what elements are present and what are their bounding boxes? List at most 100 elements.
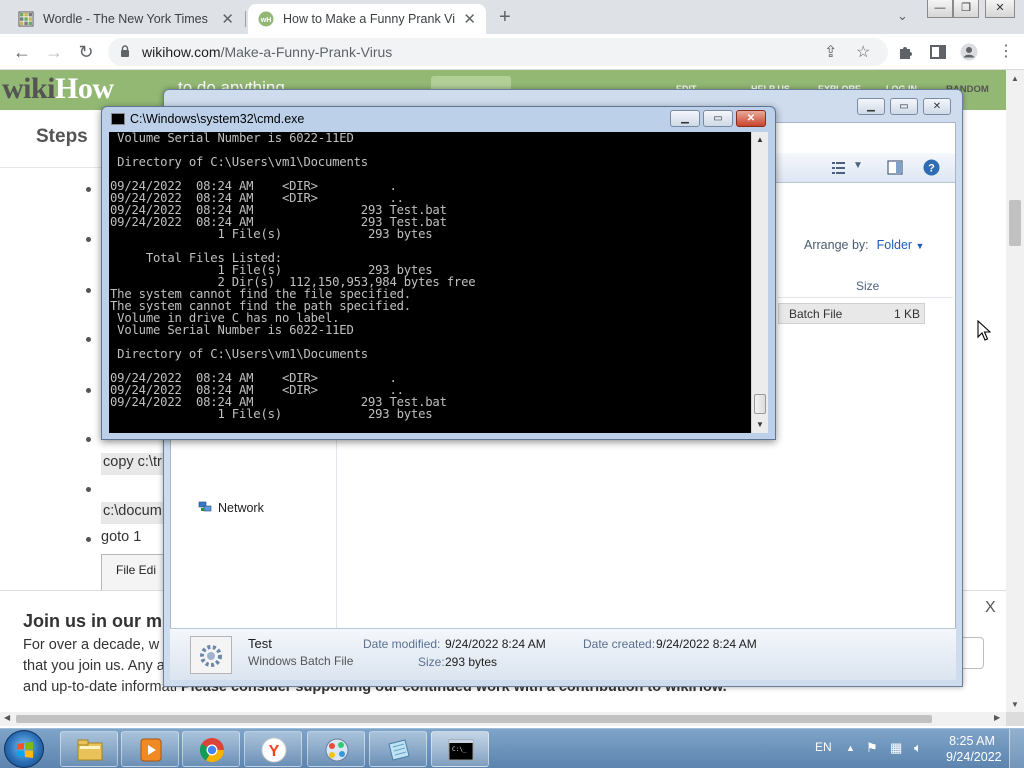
- start-button[interactable]: [4, 730, 44, 768]
- notepad-icon: [388, 739, 410, 761]
- details-modified-label: Date modified:: [363, 637, 441, 651]
- console-scrollbar[interactable]: ▲ ▼: [751, 132, 768, 433]
- lock-icon: [121, 45, 129, 57]
- windows-logo-icon: [17, 742, 33, 758]
- page-horizontal-scrollbar[interactable]: ◀ ▶: [0, 712, 1006, 726]
- console-text: Volume Serial Number is 6022-11ED Direct…: [110, 132, 476, 421]
- close-window-button[interactable]: ✕: [736, 110, 766, 127]
- language-indicator[interactable]: EN: [815, 740, 832, 754]
- details-created-value: 9/24/2022 8:24 AM: [656, 637, 757, 651]
- share-icon[interactable]: ⇪: [824, 42, 837, 62]
- banner-contribute-button[interactable]: [960, 637, 984, 669]
- maximize-button[interactable]: ▭: [890, 98, 918, 115]
- taskbar-cmd[interactable]: C:\_: [431, 731, 489, 767]
- svg-text:?: ?: [928, 163, 935, 175]
- taskbar-explorer[interactable]: [60, 731, 118, 767]
- step-image-menu: File Edi: [116, 563, 157, 577]
- paint-icon: [325, 738, 349, 762]
- maximize-button[interactable]: ▭: [703, 110, 733, 127]
- minimize-button[interactable]: ▁: [857, 98, 885, 115]
- taskbar-media-player[interactable]: [121, 731, 179, 767]
- batch-file-gear-icon: [190, 636, 232, 674]
- view-dropdown-icon[interactable]: ▼: [853, 160, 863, 171]
- banner-close-button[interactable]: X: [985, 599, 996, 617]
- explorer-icon: [77, 739, 103, 761]
- details-created-label: Date created:: [583, 637, 656, 651]
- step-image[interactable]: File Edi: [101, 554, 165, 594]
- list-bullet: [86, 337, 91, 342]
- list-bullet: [86, 437, 91, 442]
- taskbar-yandex[interactable]: Y: [244, 731, 302, 767]
- details-pane: Test Windows Batch File Date modified: 9…: [170, 628, 956, 680]
- tab-separator: [245, 11, 246, 27]
- close-tab-icon[interactable]: ✕: [463, 10, 476, 28]
- browser-tabstrip: Wordle - The New York Times ✕ wH How to …: [0, 0, 1024, 34]
- details-size-label: Size:: [418, 655, 445, 669]
- tab-wikihow[interactable]: wH How to Make a Funny Prank Viru ✕: [248, 4, 486, 34]
- column-header-size[interactable]: Size: [778, 274, 953, 298]
- minimize-button[interactable]: —: [927, 0, 953, 18]
- bookmark-star-icon[interactable]: ☆: [856, 42, 870, 62]
- yandex-icon: Y: [261, 737, 287, 763]
- forward-arrow-icon[interactable]: →: [42, 40, 66, 64]
- side-panel-icon[interactable]: [929, 43, 947, 61]
- list-bullet: [86, 388, 91, 393]
- show-desktop-button[interactable]: [1009, 729, 1024, 768]
- tab-wordle[interactable]: Wordle - The New York Times ✕: [8, 4, 244, 34]
- svg-text:wH: wH: [260, 17, 272, 24]
- network-tray-icon[interactable]: ▦: [890, 740, 902, 756]
- restore-button[interactable]: ❐: [953, 0, 979, 18]
- tray-expand-icon[interactable]: ▲: [846, 743, 855, 753]
- back-arrow-icon[interactable]: ←: [10, 40, 34, 64]
- arrange-by[interactable]: Arrange by: Folder ▼: [804, 238, 924, 252]
- chrome-menu-icon[interactable]: ⋮: [994, 40, 1018, 64]
- window-title: C:\Windows\system32\cmd.exe: [130, 112, 305, 126]
- cmd-title-icon: [111, 113, 125, 125]
- logo-how: How: [55, 72, 114, 105]
- taskbar-notepad[interactable]: [369, 731, 427, 767]
- list-bullet: [86, 537, 91, 542]
- help-icon[interactable]: ?: [923, 159, 940, 176]
- scroll-down-icon[interactable]: ▼: [756, 420, 764, 429]
- list-bullet: [86, 288, 91, 293]
- scrollbar-thumb[interactable]: [754, 394, 766, 414]
- new-tab-button[interactable]: +: [499, 6, 511, 29]
- view-options-icon[interactable]: [831, 161, 847, 175]
- arrange-value: Folder: [876, 238, 913, 252]
- scroll-up-icon[interactable]: ▲: [1011, 74, 1019, 83]
- profile-avatar-icon[interactable]: [960, 43, 978, 61]
- explorer-command-bar: ▼ ?: [771, 153, 955, 183]
- details-modified-value: 9/24/2022 8:24 AM: [445, 637, 546, 651]
- close-tab-icon[interactable]: ✕: [221, 10, 234, 28]
- volume-icon[interactable]: 🔈︎: [914, 740, 922, 756]
- scrollbar-thumb[interactable]: [1009, 200, 1021, 246]
- taskbar-clock[interactable]: 8:25 AM 9/24/2022: [946, 733, 1002, 765]
- page-vertical-scrollbar[interactable]: ▲ ▼: [1006, 70, 1024, 712]
- address-bar[interactable]: wikihow.com/Make-a-Funny-Prank-Virus ⇪ ☆: [108, 38, 888, 66]
- wikihow-logo[interactable]: wikiHow: [2, 72, 114, 106]
- code-goto: goto 1: [101, 529, 142, 545]
- scrollbar-thumb[interactable]: [16, 715, 932, 723]
- arrange-label: Arrange by:: [804, 238, 869, 252]
- desktop-screen: Wordle - The New York Times ✕ wH How to …: [0, 0, 1024, 768]
- scrollbar-corner: [1006, 712, 1024, 726]
- scroll-down-icon[interactable]: ▼: [1011, 700, 1019, 709]
- clock-time: 8:25 AM: [949, 734, 995, 748]
- taskbar-paint[interactable]: [307, 731, 365, 767]
- scroll-left-icon[interactable]: ◀: [4, 713, 10, 722]
- action-center-flag-icon[interactable]: ⚑: [866, 740, 878, 756]
- scroll-up-icon[interactable]: ▲: [756, 135, 764, 144]
- nav-item-network[interactable]: Network: [198, 501, 264, 515]
- scroll-right-icon[interactable]: ▶: [994, 713, 1000, 722]
- close-window-button[interactable]: ✕: [923, 98, 951, 115]
- taskbar-chrome[interactable]: [182, 731, 240, 767]
- console-output[interactable]: Volume Serial Number is 6022-11ED Direct…: [109, 132, 751, 433]
- preview-pane-icon[interactable]: [887, 160, 903, 175]
- tab-search-chevron-icon[interactable]: ⌄: [897, 8, 908, 24]
- file-row[interactable]: Batch File 1 KB: [778, 303, 925, 324]
- media-player-icon: [140, 738, 162, 762]
- minimize-button[interactable]: ▁: [670, 110, 700, 127]
- extensions-puzzle-icon[interactable]: [897, 43, 915, 61]
- reload-icon[interactable]: ↻: [74, 40, 98, 64]
- close-window-button[interactable]: ✕: [985, 0, 1015, 18]
